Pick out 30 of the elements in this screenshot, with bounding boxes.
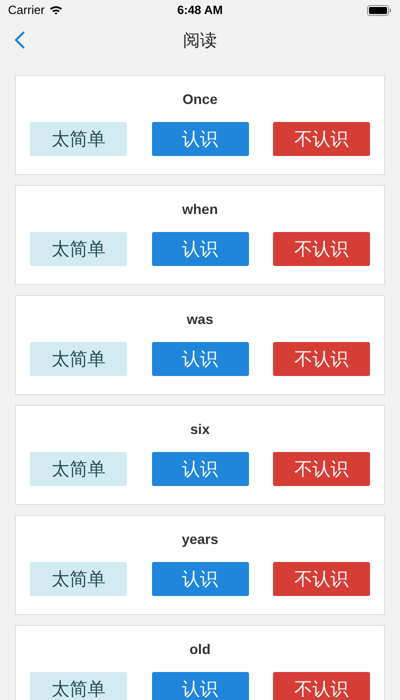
unknown-button[interactable]: 不认识 xyxy=(273,562,370,596)
wifi-icon xyxy=(48,5,63,15)
easy-button[interactable]: 太简单 xyxy=(30,342,127,376)
page-title: 阅读 xyxy=(183,30,217,52)
know-button[interactable]: 认识 xyxy=(152,342,248,376)
battery-icon xyxy=(366,4,392,16)
easy-button[interactable]: 太简单 xyxy=(30,452,127,486)
unknown-button[interactable]: 不认识 xyxy=(273,342,370,376)
know-button[interactable]: 认识 xyxy=(152,232,248,266)
easy-button[interactable]: 太简单 xyxy=(30,672,127,700)
back-icon[interactable] xyxy=(14,30,26,50)
word-text: was xyxy=(186,311,214,329)
know-button[interactable]: 认识 xyxy=(152,672,248,700)
clock-time: 6:48 AM xyxy=(177,3,223,17)
unknown-button[interactable]: 不认识 xyxy=(273,122,370,156)
word-text: six xyxy=(189,421,211,439)
unknown-button[interactable]: 不认识 xyxy=(273,452,370,486)
know-button[interactable]: 认识 xyxy=(152,562,248,596)
word-text: when xyxy=(181,201,219,219)
easy-button[interactable]: 太简单 xyxy=(30,122,127,156)
know-button[interactable]: 认识 xyxy=(152,122,248,156)
unknown-button[interactable]: 不认识 xyxy=(273,232,370,266)
easy-button[interactable]: 太简单 xyxy=(30,232,127,266)
word-text: Once xyxy=(181,91,218,109)
know-button[interactable]: 认识 xyxy=(152,452,248,486)
easy-button[interactable]: 太简单 xyxy=(30,562,127,596)
carrier-label: Carrier xyxy=(8,3,45,17)
word-text: old xyxy=(188,641,212,659)
word-text: years xyxy=(180,531,220,549)
unknown-button[interactable]: 不认识 xyxy=(273,672,370,700)
